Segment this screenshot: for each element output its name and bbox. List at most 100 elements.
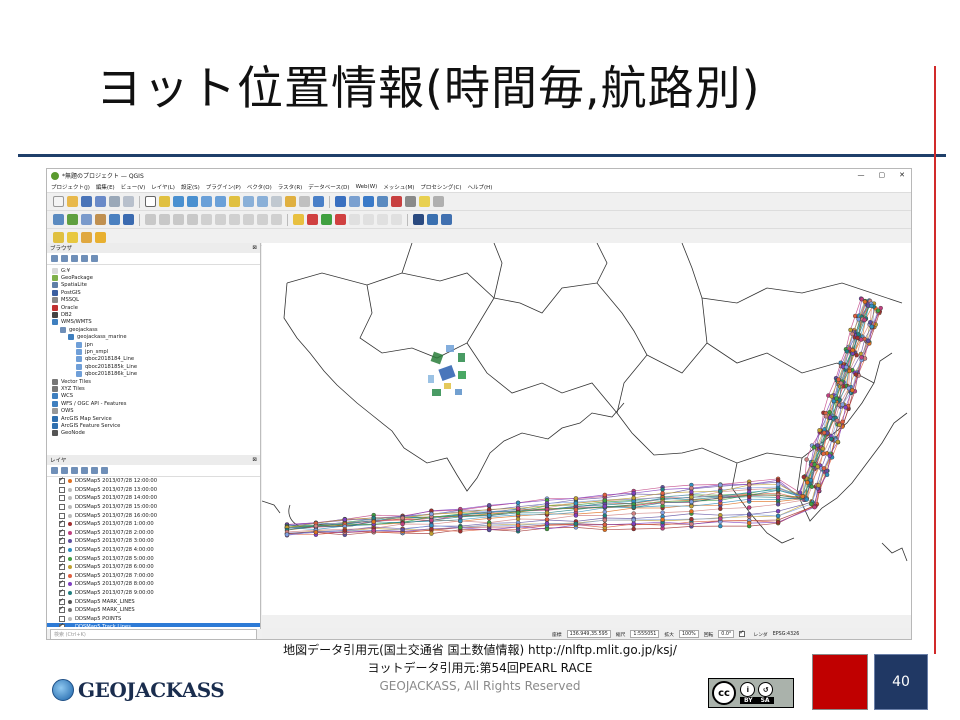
add-wms-icon[interactable] — [109, 214, 120, 225]
zoom-layer-icon[interactable] — [215, 196, 226, 207]
refresh-icon[interactable] — [313, 196, 324, 207]
layer-row[interactable]: DDSMap5 MARK_LINES — [47, 605, 260, 615]
add-vector-icon[interactable] — [67, 214, 78, 225]
layer-visibility-checkbox[interactable] — [59, 605, 65, 614]
save-project-icon[interactable] — [81, 196, 92, 207]
browser-item[interactable]: jpn — [47, 341, 260, 348]
layer-visibility-checkbox[interactable] — [59, 486, 65, 493]
browser-item[interactable]: jpn_smpl — [47, 348, 260, 355]
layout-manager-icon[interactable] — [123, 196, 134, 207]
layer-visibility-checkbox[interactable] — [59, 622, 65, 627]
zoom-selection-icon[interactable] — [229, 196, 240, 207]
open-project-icon[interactable] — [67, 196, 78, 207]
browser-item[interactable]: geojackass_marine — [47, 334, 260, 341]
browser-item[interactable]: qboc2018186k_Line — [47, 370, 260, 378]
attribute-table-icon[interactable] — [349, 196, 360, 207]
layer-row[interactable]: DDSMap5 POINTS — [47, 615, 260, 624]
label-style-icon[interactable] — [391, 214, 402, 225]
collapse-all-icon[interactable] — [81, 255, 88, 262]
label-rotate-icon[interactable] — [335, 214, 346, 225]
redo-icon[interactable] — [271, 214, 282, 225]
browser-item[interactable]: G:¥ — [47, 267, 260, 274]
browser-item[interactable]: qboc2018184_Line — [47, 356, 260, 363]
maximize-button[interactable]: ▢ — [879, 171, 886, 179]
zoom-next-icon[interactable] — [257, 196, 268, 207]
menu-item[interactable]: プロジェクト(J) — [51, 183, 90, 191]
select-by-value-icon[interactable] — [67, 231, 78, 243]
layer-row[interactable]: DDSMap5 2013/07/28 5:00:00 — [47, 554, 260, 563]
plugin-globe-icon[interactable] — [413, 214, 424, 225]
layer-row[interactable]: DDSMap5 2013/07/28 15:00:00 — [47, 503, 260, 512]
browser-item[interactable]: OWS — [47, 407, 260, 415]
pan-to-selection-icon[interactable] — [159, 196, 170, 207]
layer-row[interactable]: DDSMap5 2013/07/28 6:00:00 — [47, 562, 260, 572]
annotation-icon[interactable] — [419, 196, 430, 207]
layer-row[interactable]: DDSMap5 2013/07/28 7:00:00 — [47, 571, 260, 581]
sum-icon[interactable] — [391, 196, 402, 207]
digitize-icon[interactable] — [173, 214, 184, 225]
new-project-icon[interactable] — [53, 196, 64, 207]
layer-visibility-checkbox[interactable] — [59, 536, 65, 545]
menu-item[interactable]: ラスタ(R) — [278, 183, 303, 191]
save-edits-icon[interactable] — [159, 214, 170, 225]
layer-row[interactable]: DDSMap5 2013/07/28 13:00:00 — [47, 486, 260, 495]
pan-icon[interactable] — [145, 196, 156, 207]
statistics-icon[interactable] — [363, 196, 374, 207]
browser-item[interactable]: SpatiaLite — [47, 282, 260, 289]
layer-visibility-checkbox[interactable] — [59, 504, 65, 511]
minimize-button[interactable]: — — [858, 171, 865, 179]
layer-visibility-checkbox[interactable] — [59, 519, 65, 528]
menu-item[interactable]: ベクタ(O) — [247, 183, 272, 191]
temporal-icon[interactable] — [299, 196, 310, 207]
layer-visibility-checkbox[interactable] — [59, 588, 65, 597]
menu-item[interactable]: レイヤ(L) — [151, 183, 175, 191]
paste-icon[interactable] — [243, 214, 254, 225]
layer-row[interactable]: DDSMap5 MARK_LINES — [47, 597, 260, 606]
layer-row[interactable]: DDSMap5 2013/07/28 14:00:00 — [47, 494, 260, 503]
menu-item[interactable]: メッシュ(M) — [383, 183, 414, 191]
panel-close-icon[interactable]: ⊠ — [252, 457, 257, 463]
zoom-full-icon[interactable] — [201, 196, 212, 207]
browser-item[interactable]: GeoNode — [47, 430, 260, 437]
layer-visibility-checkbox[interactable] — [59, 512, 65, 519]
save-as-icon[interactable] — [95, 196, 106, 207]
label-toolbar-icon[interactable] — [293, 214, 304, 225]
rotation-field[interactable]: 0.0° — [718, 630, 735, 638]
print-layout-icon[interactable] — [109, 196, 120, 207]
add-raster-icon[interactable] — [81, 214, 92, 225]
layer-visibility-checkbox[interactable] — [59, 528, 65, 536]
copy-icon[interactable] — [229, 214, 240, 225]
help-book-icon[interactable] — [441, 214, 452, 225]
zoom-last-icon[interactable] — [243, 196, 254, 207]
data-source-manager-icon[interactable] — [53, 214, 64, 225]
layer-visibility-checkbox[interactable] — [59, 579, 65, 588]
browser-item[interactable]: ArcGIS Map Service — [47, 415, 260, 422]
browser-item[interactable]: WMS/WMTS — [47, 319, 260, 326]
layer-visibility-checkbox[interactable] — [59, 554, 65, 562]
close-button[interactable]: ✕ — [899, 171, 905, 179]
browser-item[interactable]: XYZ Tiles — [47, 385, 260, 392]
layer-visibility-checkbox[interactable] — [59, 545, 65, 554]
coordinate-field[interactable]: 136.949,35.595 — [566, 630, 611, 638]
menu-item[interactable]: Web(W) — [356, 184, 378, 190]
browser-item[interactable]: GeoPackage — [47, 274, 260, 282]
menu-item[interactable]: プラグイン(P) — [206, 183, 241, 191]
label-diagram-icon[interactable] — [377, 214, 388, 225]
menu-item[interactable]: 設定(S) — [181, 183, 200, 191]
label-move-icon[interactable] — [321, 214, 332, 225]
layer-row[interactable]: DDSMap5 Track Lines — [47, 622, 260, 627]
settings-icon[interactable] — [377, 196, 388, 207]
cut-icon[interactable] — [215, 214, 226, 225]
measure-icon[interactable] — [405, 196, 416, 207]
layer-row[interactable]: DDSMap5 2013/07/28 3:00:00 — [47, 536, 260, 546]
menu-item[interactable]: ヘルプ(H) — [467, 183, 492, 191]
zoom-out-icon[interactable] — [187, 196, 198, 207]
delete-selected-icon[interactable] — [201, 214, 212, 225]
select-features-icon[interactable] — [53, 231, 64, 243]
filter-browser-icon[interactable] — [71, 255, 78, 262]
label-show-icon[interactable] — [349, 214, 360, 225]
new-map-view-icon[interactable] — [271, 196, 282, 207]
deselect-icon[interactable] — [81, 231, 92, 243]
zoom-in-icon[interactable] — [173, 196, 184, 207]
label-change-icon[interactable] — [363, 214, 374, 225]
